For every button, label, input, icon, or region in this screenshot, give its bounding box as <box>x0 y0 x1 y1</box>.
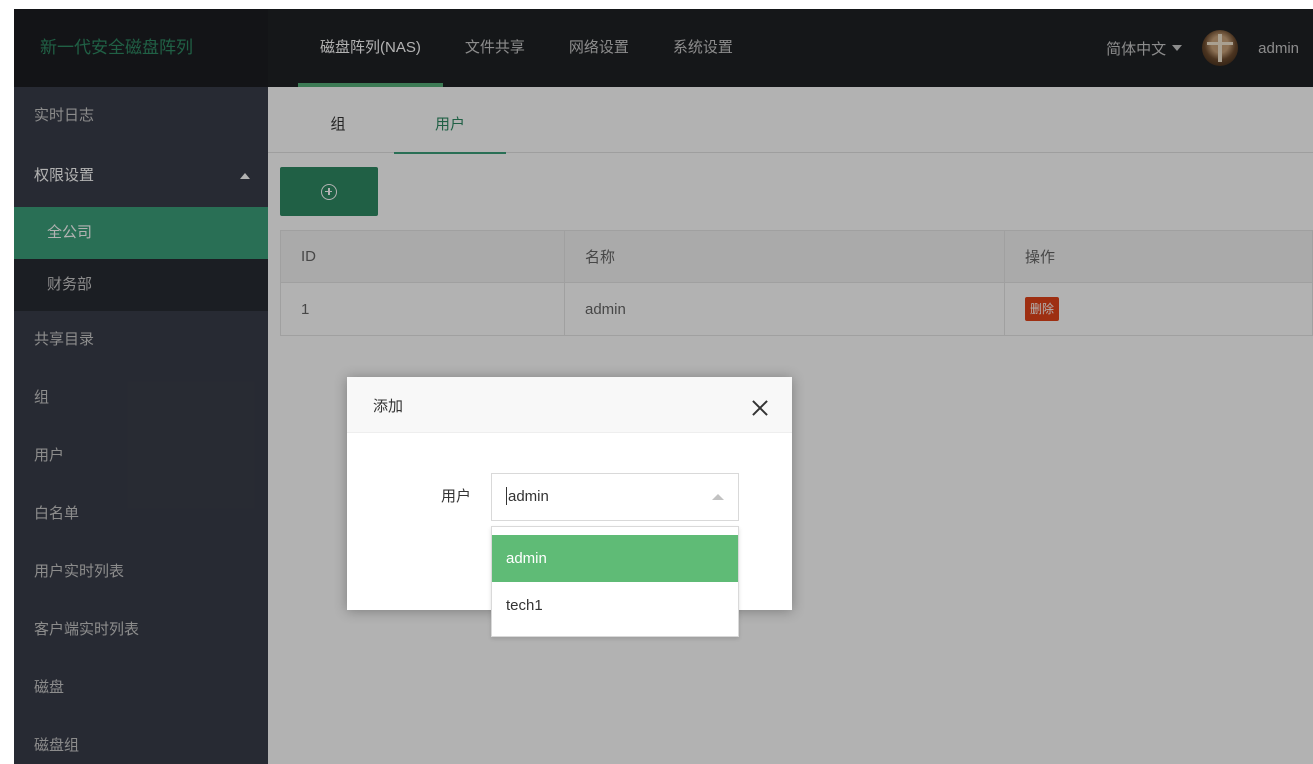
user-select-dropdown: admin tech1 <box>491 526 739 637</box>
dropdown-option-admin[interactable]: admin <box>492 535 738 582</box>
text-cursor <box>506 486 507 505</box>
user-form-row: 用户 admin <box>347 473 792 521</box>
dialog-title: 添加 <box>373 398 404 415</box>
user-select-value: admin <box>508 488 549 505</box>
close-icon[interactable] <box>752 400 768 416</box>
user-field-label: 用户 <box>440 488 471 505</box>
app-window: 新一代安全磁盘阵列 磁盘阵列(NAS) 文件共享 网络设置 系统设置 简体中文 … <box>14 9 1313 764</box>
dialog-header: 添加 <box>347 377 792 433</box>
dropdown-option-tech1[interactable]: tech1 <box>492 582 738 629</box>
caret-up-icon[interactable] <box>712 494 724 500</box>
user-select-input[interactable]: admin <box>491 473 739 521</box>
